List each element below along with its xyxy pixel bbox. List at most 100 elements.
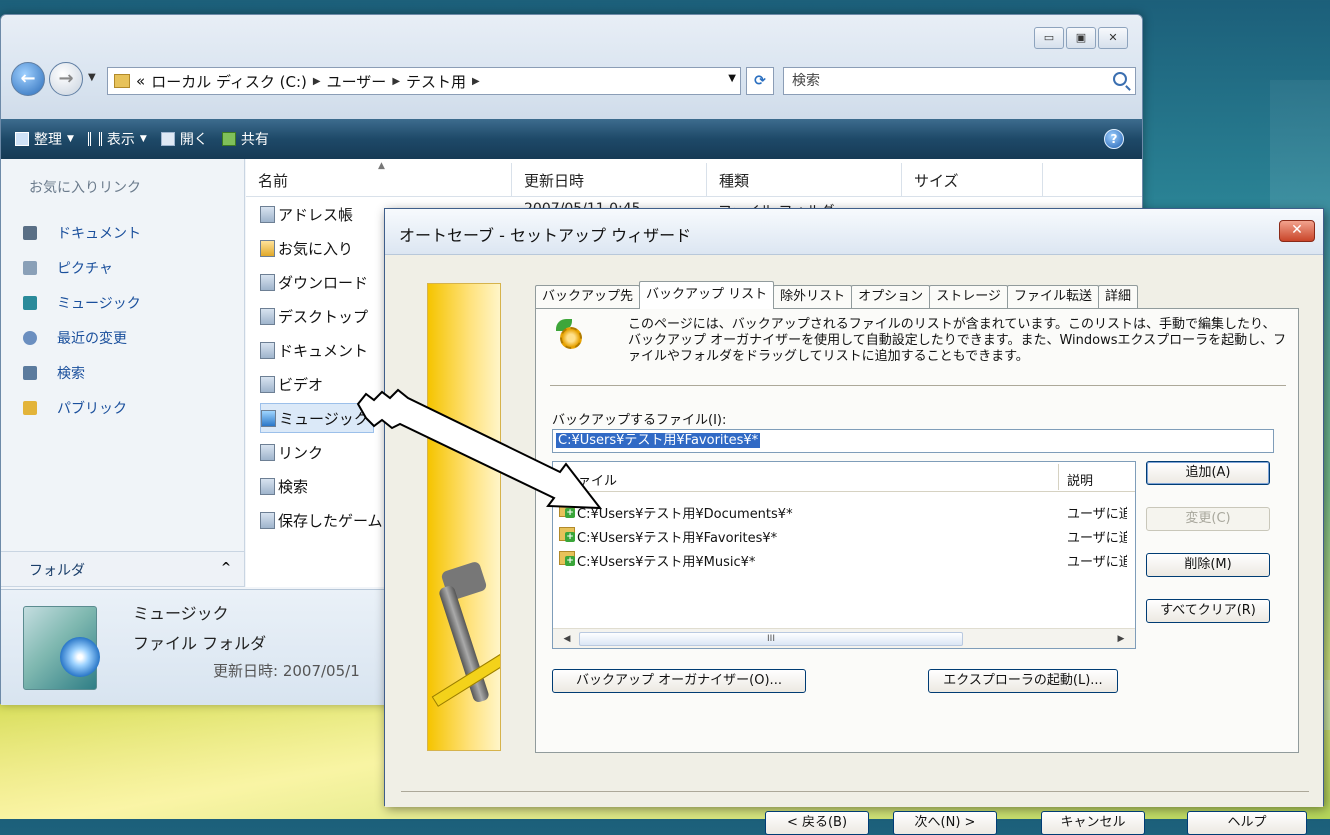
- column-modified[interactable]: 更新日時: [524, 170, 584, 191]
- column-description[interactable]: 説明: [1067, 470, 1093, 489]
- add-badge-icon: +: [565, 532, 575, 542]
- breadcrumb-local-disk[interactable]: ローカル ディスク (C:): [151, 71, 307, 92]
- tab-options[interactable]: オプション: [851, 285, 931, 309]
- minimize-button[interactable]: ▭: [1034, 27, 1064, 49]
- search-icon[interactable]: [1113, 72, 1127, 86]
- views-button[interactable]: 表示 ▼: [87, 129, 147, 149]
- forward-button[interactable]: →: [49, 62, 83, 96]
- list-item[interactable]: + C:¥Users¥テスト用¥Documents¥* ユーザに追: [559, 500, 1129, 522]
- column-divider[interactable]: [706, 163, 707, 197]
- scroll-thumb[interactable]: III: [579, 632, 963, 646]
- back-button[interactable]: ←: [11, 62, 45, 96]
- search-input[interactable]: 検索: [783, 67, 1136, 95]
- chevron-up-icon[interactable]: ^: [221, 560, 231, 574]
- column-divider[interactable]: [1042, 163, 1043, 197]
- file-name: 保存したゲーム: [278, 511, 383, 530]
- recent-icon: [23, 330, 37, 345]
- explorer-titlebar: ▭ ▣ ✕ ← → ▼ « ローカル ディスク (C:) ▶ ユーザー ▶ テス…: [1, 15, 1142, 123]
- favorite-link-label: ミュージック: [57, 295, 141, 312]
- music-icon: [23, 295, 37, 310]
- favorite-link-label: パブリック: [57, 400, 127, 417]
- column-divider[interactable]: [511, 163, 512, 197]
- address-bar[interactable]: « ローカル ディスク (C:) ▶ ユーザー ▶ テスト用 ▶ ▼: [107, 67, 741, 95]
- file-row[interactable]: ダウンロード: [260, 267, 368, 297]
- horizontal-scrollbar[interactable]: ◀ III ▶: [553, 628, 1135, 648]
- column-divider[interactable]: [901, 163, 902, 197]
- list-item[interactable]: + C:¥Users¥テスト用¥Favorites¥* ユーザに追: [559, 524, 1129, 546]
- help-icon[interactable]: ?: [1104, 129, 1124, 149]
- delete-button[interactable]: 削除(M): [1146, 553, 1270, 577]
- help-button[interactable]: ヘルプ: [1187, 811, 1307, 835]
- breadcrumb-separator-icon[interactable]: ▶: [392, 76, 400, 87]
- searches-folder-icon: [260, 477, 275, 495]
- address-dropdown-icon[interactable]: ▼: [728, 73, 736, 84]
- file-row[interactable]: お気に入り: [260, 233, 353, 263]
- share-button[interactable]: 共有: [221, 129, 269, 149]
- recent-pages-dropdown-icon[interactable]: ▼: [88, 72, 96, 83]
- file-row[interactable]: 検索: [260, 471, 308, 501]
- organize-button[interactable]: 整理 ▼: [15, 129, 74, 149]
- tab-storage[interactable]: ストレージ: [929, 285, 1008, 309]
- backup-file-list[interactable]: ファイル 説明 + C:¥Users¥テスト用¥Documents¥* ユーザに…: [552, 461, 1136, 649]
- add-button[interactable]: 追加(A): [1146, 461, 1270, 485]
- breadcrumb-test-user[interactable]: テスト用: [406, 71, 466, 92]
- change-button[interactable]: 変更(C): [1146, 507, 1270, 531]
- command-toolbar: 整理 ▼ 表示 ▼ 開く 共有 ?: [1, 119, 1142, 159]
- wizard-close-button[interactable]: ✕: [1279, 220, 1315, 242]
- file-row[interactable]: リンク: [260, 437, 323, 467]
- music-folder-large-icon: [23, 606, 100, 690]
- tab-details[interactable]: 詳細: [1097, 285, 1138, 309]
- close-button[interactable]: ✕: [1098, 27, 1128, 49]
- organize-icon: [15, 132, 29, 146]
- favorite-link-pictures[interactable]: ピクチャ: [23, 250, 141, 285]
- scroll-right-icon[interactable]: ▶: [1113, 631, 1129, 647]
- refresh-icon[interactable]: ⟳: [746, 67, 774, 95]
- back-step-button[interactable]: < 戻る(B): [765, 811, 869, 835]
- backup-organizer-button[interactable]: バックアップ オーガナイザー(O)...: [552, 669, 806, 693]
- next-step-button[interactable]: 次へ(N) >: [893, 811, 997, 835]
- file-row[interactable]: 保存したゲーム: [260, 505, 383, 535]
- column-file[interactable]: ファイル: [565, 470, 617, 489]
- favorite-links-list: ドキュメント ピクチャ ミュージック 最近の変更 検索 パブリック: [23, 215, 141, 425]
- file-row[interactable]: ドキュメント: [260, 335, 368, 365]
- tab-backup-destination[interactable]: バックアップ先: [535, 285, 641, 309]
- tab-file-transfer[interactable]: ファイル転送: [1006, 285, 1099, 309]
- file-name: ビデオ: [278, 375, 324, 394]
- file-row[interactable]: アドレス帳: [260, 199, 353, 229]
- address-overflow[interactable]: «: [136, 72, 145, 90]
- public-icon: [23, 400, 37, 415]
- column-size[interactable]: サイズ: [914, 170, 959, 191]
- maximize-button[interactable]: ▣: [1066, 27, 1096, 49]
- favorite-link-documents[interactable]: ドキュメント: [23, 215, 141, 250]
- favorite-link-searches[interactable]: 検索: [23, 355, 141, 390]
- favorite-link-recent[interactable]: 最近の変更: [23, 320, 141, 355]
- tools-banner-image: [427, 283, 501, 751]
- launch-explorer-button[interactable]: エクスプローラの起動(L)...: [928, 669, 1118, 693]
- tab-exclusion-list[interactable]: 除外リスト: [773, 285, 853, 309]
- breadcrumb-separator-icon[interactable]: ▶: [472, 76, 480, 87]
- column-divider[interactable]: [1058, 464, 1059, 490]
- list-item[interactable]: + C:¥Users¥テスト用¥Music¥* ユーザに追: [559, 548, 1129, 570]
- intro-description: このページには、バックアップされるファイルのリストが含まれています。このリストは…: [628, 317, 1287, 364]
- cancel-button[interactable]: キャンセル: [1041, 811, 1145, 835]
- chevron-down-icon: ▼: [67, 134, 74, 144]
- favorite-link-public[interactable]: パブリック: [23, 390, 141, 425]
- scroll-left-icon[interactable]: ◀: [559, 631, 575, 647]
- column-name[interactable]: 名前: [258, 170, 288, 191]
- file-row[interactable]: ビデオ: [260, 369, 323, 399]
- backup-path-input[interactable]: C:¥Users¥テスト用¥Favorites¥*: [552, 429, 1274, 453]
- favorite-link-label: ドキュメント: [57, 225, 141, 242]
- open-button[interactable]: 開く: [160, 129, 208, 149]
- clear-all-button[interactable]: すべてクリア(R): [1146, 599, 1270, 623]
- breadcrumb-separator-icon[interactable]: ▶: [313, 76, 321, 87]
- favorite-link-label: 最近の変更: [57, 330, 127, 347]
- tab-backup-list[interactable]: バックアップ リスト: [639, 281, 775, 309]
- file-row[interactable]: デスクトップ: [260, 301, 368, 331]
- folders-pane-header[interactable]: フォルダ ^: [1, 551, 245, 587]
- wizard-titlebar[interactable]: オートセーブ - セットアップ ウィザード ✕: [385, 209, 1323, 255]
- backup-path-value: C:¥Users¥テスト用¥Favorites¥*: [556, 433, 761, 448]
- file-row-selected[interactable]: ミュージック: [260, 403, 374, 433]
- column-type[interactable]: 種類: [719, 170, 749, 191]
- favorite-link-music[interactable]: ミュージック: [23, 285, 141, 320]
- breadcrumb-users[interactable]: ユーザー: [327, 71, 387, 92]
